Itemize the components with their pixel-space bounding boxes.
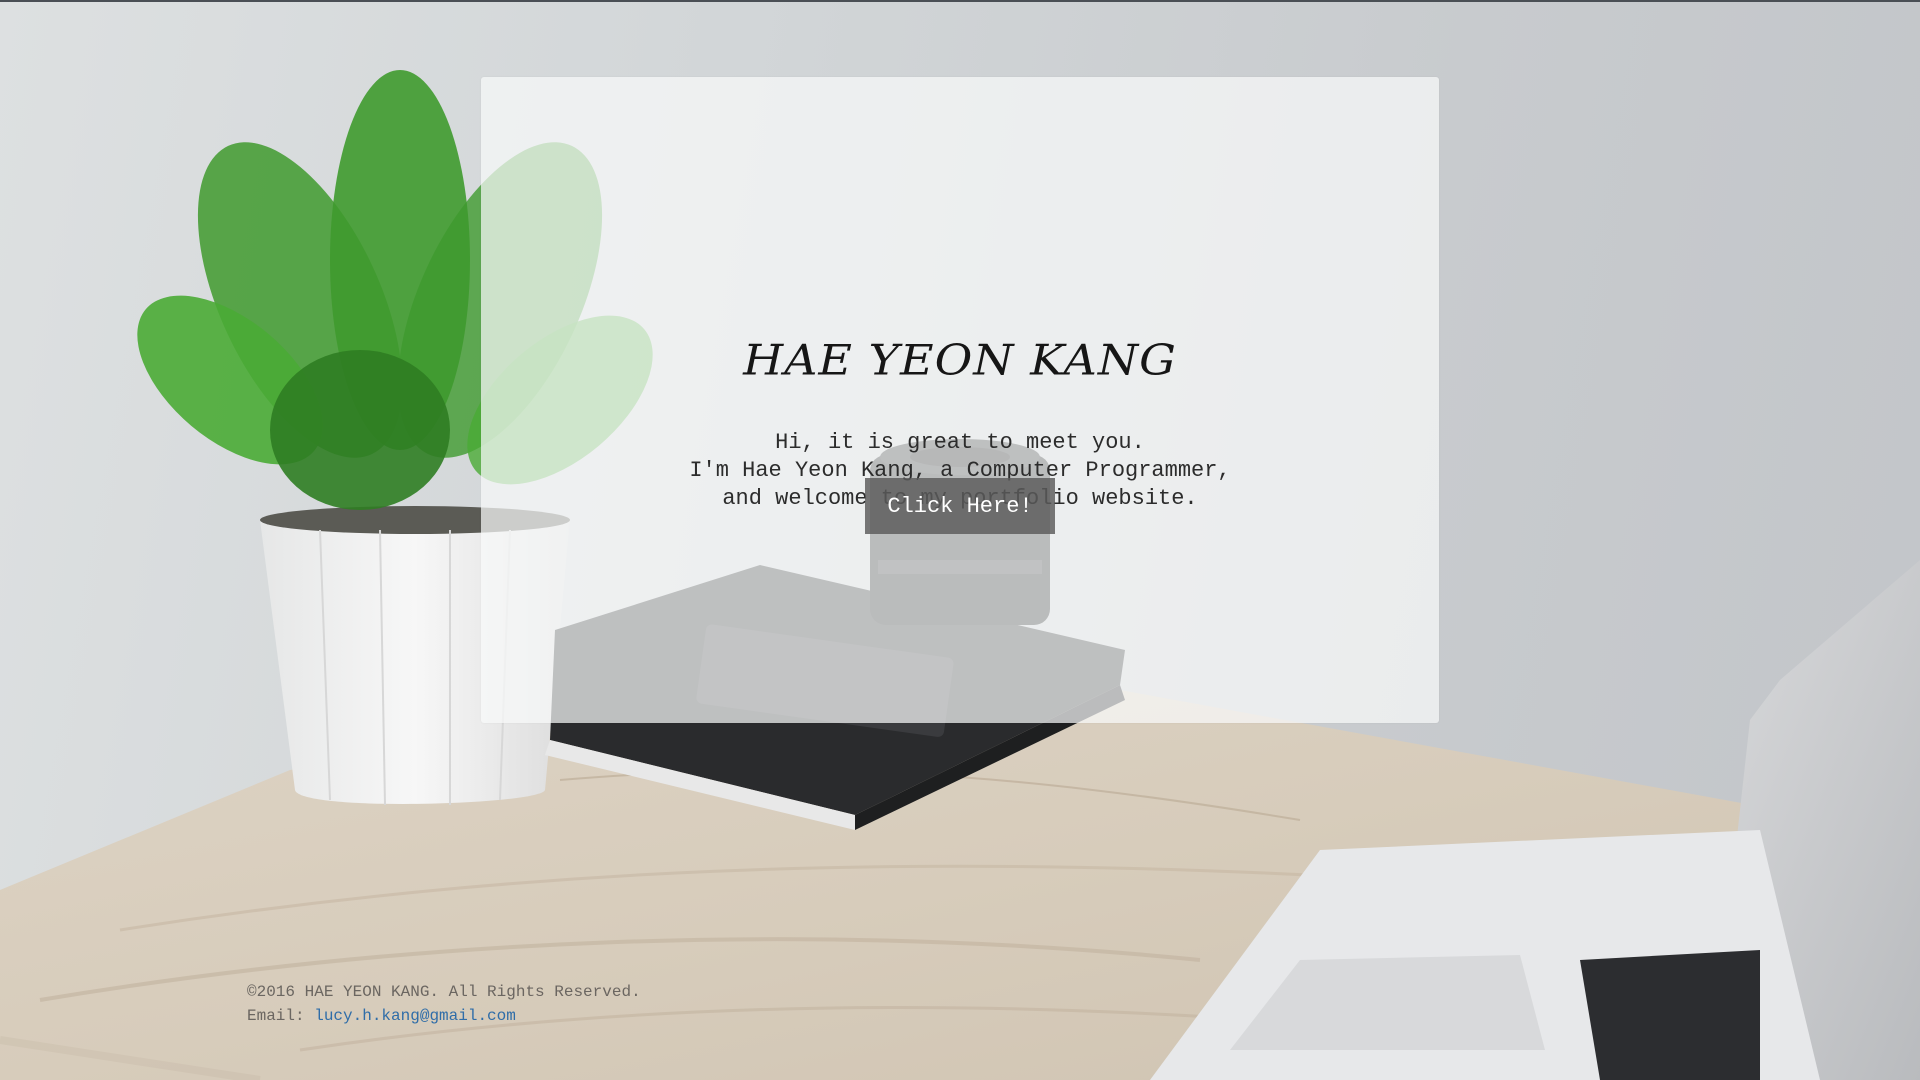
intro-line: Hi, it is great to meet you. — [775, 430, 1145, 455]
footer: ©2016 HAE YEON KANG. All Rights Reserved… — [247, 980, 641, 1028]
email-link[interactable]: lucy.h.kang@gmail.com — [314, 1007, 516, 1025]
email-line: Email: lucy.h.kang@gmail.com — [247, 1004, 641, 1028]
copyright-text: ©2016 HAE YEON KANG. All Rights Reserved… — [247, 983, 641, 1001]
email-label: Email: — [247, 1007, 305, 1025]
click-here-button[interactable]: Click Here! — [865, 478, 1055, 534]
site-title: HAE YEON KANG — [743, 335, 1177, 385]
intro-card: HAE YEON KANG Hi, it is great to meet yo… — [481, 77, 1439, 723]
